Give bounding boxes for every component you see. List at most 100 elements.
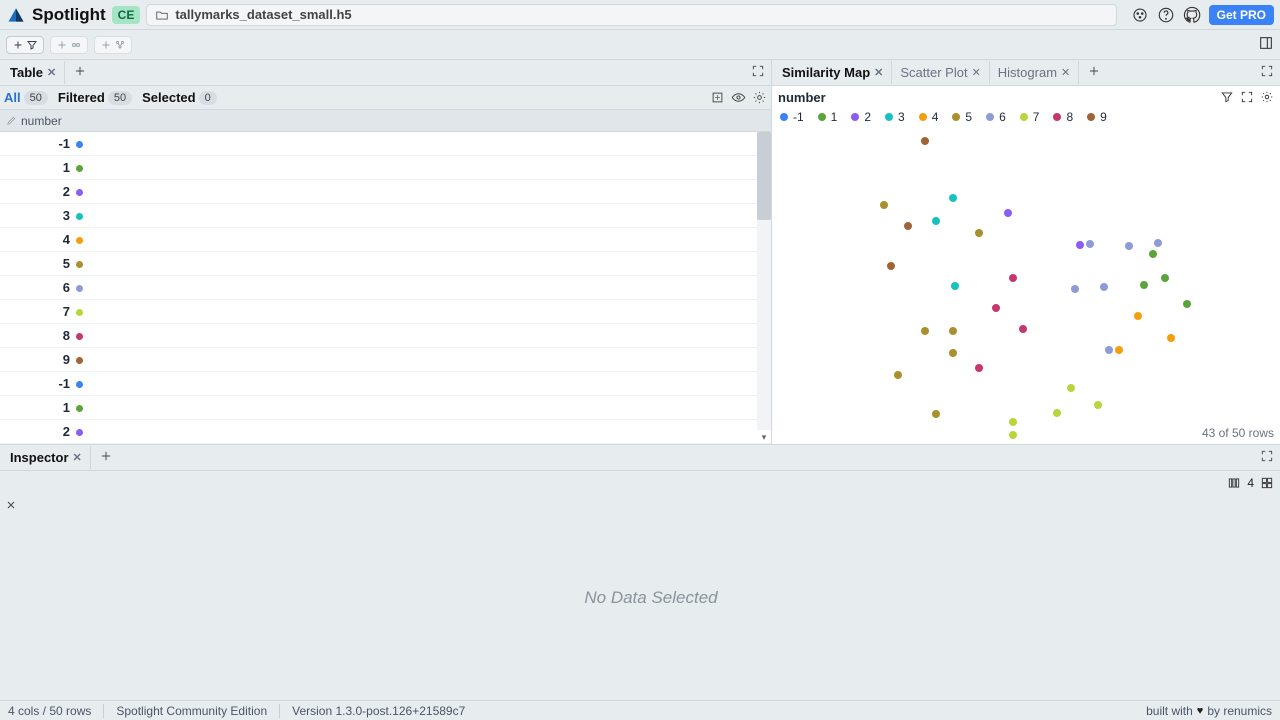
gear-icon[interactable] bbox=[1260, 90, 1274, 104]
plot-point[interactable] bbox=[1086, 240, 1094, 248]
plot-point[interactable] bbox=[1140, 281, 1148, 289]
plot-point[interactable] bbox=[1154, 239, 1162, 247]
plot-point[interactable] bbox=[894, 371, 902, 379]
add-tab-button[interactable] bbox=[1079, 60, 1109, 85]
table-row[interactable]: 2 bbox=[0, 180, 771, 204]
legend-item[interactable]: -1 bbox=[780, 110, 804, 124]
filter-all[interactable]: All 50 bbox=[4, 90, 48, 105]
table-row[interactable]: -1 bbox=[0, 372, 771, 396]
plot-point[interactable] bbox=[1053, 409, 1061, 417]
plot-point[interactable] bbox=[921, 137, 929, 145]
plot-point[interactable] bbox=[1094, 401, 1102, 409]
close-icon[interactable]: ✕ bbox=[972, 66, 981, 79]
plot-point[interactable] bbox=[1009, 431, 1017, 439]
maximize-icon[interactable] bbox=[1260, 64, 1274, 78]
plot-point[interactable] bbox=[1100, 283, 1108, 291]
github-icon[interactable] bbox=[1183, 6, 1201, 24]
table-row[interactable]: 3 bbox=[0, 204, 771, 228]
plot-point[interactable] bbox=[949, 349, 957, 357]
table-row[interactable]: 4 bbox=[0, 228, 771, 252]
column-header[interactable]: number bbox=[0, 110, 771, 132]
maximize-icon[interactable] bbox=[1260, 449, 1274, 463]
table-row[interactable]: -1 bbox=[0, 132, 771, 156]
legend-item[interactable]: 7 bbox=[1020, 110, 1040, 124]
plot-point[interactable] bbox=[1009, 274, 1017, 282]
table-row[interactable]: 8 bbox=[0, 324, 771, 348]
plot-point[interactable] bbox=[951, 282, 959, 290]
plot-point[interactable] bbox=[1105, 346, 1113, 354]
add-tab-button[interactable] bbox=[91, 445, 121, 470]
plot-point[interactable] bbox=[1134, 312, 1142, 320]
close-icon[interactable]: ✕ bbox=[73, 451, 82, 464]
similarity-map-plot[interactable]: 43 of 50 rows bbox=[772, 128, 1280, 444]
legend-item[interactable]: 6 bbox=[986, 110, 1006, 124]
tab-inspector[interactable]: Inspector ✕ bbox=[2, 446, 91, 469]
plot-point[interactable] bbox=[949, 327, 957, 335]
plot-point[interactable] bbox=[992, 304, 1000, 312]
legend-item[interactable]: 8 bbox=[1053, 110, 1073, 124]
close-icon[interactable]: ✕ bbox=[47, 66, 56, 79]
add-link-button[interactable] bbox=[50, 36, 88, 54]
plot-point[interactable] bbox=[921, 327, 929, 335]
close-icon[interactable]: ✕ bbox=[1061, 66, 1070, 79]
table-row[interactable]: 5 bbox=[0, 252, 771, 276]
plot-point[interactable] bbox=[1183, 300, 1191, 308]
legend-item[interactable]: 5 bbox=[952, 110, 972, 124]
legend-item[interactable]: 2 bbox=[851, 110, 871, 124]
layout-icon[interactable] bbox=[1258, 35, 1274, 51]
scrollbar-thumb[interactable] bbox=[757, 132, 771, 220]
table-row[interactable]: 6 bbox=[0, 276, 771, 300]
legend-item[interactable]: 9 bbox=[1087, 110, 1107, 124]
plot-point[interactable] bbox=[1125, 242, 1133, 250]
plot-point[interactable] bbox=[975, 229, 983, 237]
filter-selected[interactable]: Selected 0 bbox=[142, 90, 217, 105]
close-icon[interactable]: ✕ bbox=[874, 66, 883, 79]
add-filter-button[interactable] bbox=[6, 36, 44, 54]
close-icon[interactable] bbox=[5, 499, 17, 511]
table-row[interactable]: 1 bbox=[0, 156, 771, 180]
table-body[interactable]: -1 1 2 3 4 5 6 7 8 9 bbox=[0, 132, 771, 444]
add-graph-button[interactable] bbox=[94, 36, 132, 54]
get-pro-button[interactable]: Get PRO bbox=[1209, 5, 1274, 25]
maximize-icon[interactable] bbox=[1240, 90, 1254, 104]
legend-item[interactable]: 1 bbox=[818, 110, 838, 124]
tab-scatter-plot[interactable]: Scatter Plot✕ bbox=[892, 61, 989, 84]
filter-filtered[interactable]: Filtered 50 bbox=[58, 90, 132, 105]
plot-point[interactable] bbox=[1115, 346, 1123, 354]
add-column-icon[interactable] bbox=[710, 90, 725, 105]
filter-icon[interactable] bbox=[1220, 90, 1234, 104]
grid-icon[interactable] bbox=[1260, 476, 1274, 490]
plot-point[interactable] bbox=[1149, 250, 1157, 258]
legend-item[interactable]: 3 bbox=[885, 110, 905, 124]
tab-table[interactable]: Table ✕ bbox=[2, 61, 65, 84]
palette-icon[interactable] bbox=[1131, 6, 1149, 24]
maximize-icon[interactable] bbox=[751, 64, 765, 78]
tab-histogram[interactable]: Histogram✕ bbox=[990, 61, 1079, 84]
plot-point[interactable] bbox=[949, 194, 957, 202]
table-row[interactable]: 2 bbox=[0, 420, 771, 444]
plot-point[interactable] bbox=[904, 222, 912, 230]
plot-point[interactable] bbox=[1019, 325, 1027, 333]
plot-point[interactable] bbox=[880, 201, 888, 209]
add-tab-button[interactable] bbox=[65, 60, 95, 85]
scrollbar-vertical[interactable] bbox=[757, 132, 771, 430]
legend-item[interactable]: 4 bbox=[919, 110, 939, 124]
table-row[interactable]: 9 bbox=[0, 348, 771, 372]
plot-point[interactable] bbox=[1076, 241, 1084, 249]
visibility-icon[interactable] bbox=[731, 90, 746, 105]
tab-similarity-map[interactable]: Similarity Map✕ bbox=[774, 61, 892, 84]
file-open-bar[interactable]: tallymarks_dataset_small.h5 bbox=[146, 4, 1116, 26]
plot-point[interactable] bbox=[1067, 384, 1075, 392]
plot-point[interactable] bbox=[932, 410, 940, 418]
gear-icon[interactable] bbox=[752, 90, 767, 105]
columns-icon[interactable] bbox=[1227, 476, 1241, 490]
status-credit[interactable]: built with ♥ by renumics bbox=[1146, 704, 1272, 718]
plot-point[interactable] bbox=[975, 364, 983, 372]
plot-point[interactable] bbox=[1004, 209, 1012, 217]
plot-point[interactable] bbox=[1071, 285, 1079, 293]
table-row[interactable]: 1 bbox=[0, 396, 771, 420]
plot-point[interactable] bbox=[932, 217, 940, 225]
plot-point[interactable] bbox=[1009, 418, 1017, 426]
table-row[interactable]: 7 bbox=[0, 300, 771, 324]
help-icon[interactable] bbox=[1157, 6, 1175, 24]
